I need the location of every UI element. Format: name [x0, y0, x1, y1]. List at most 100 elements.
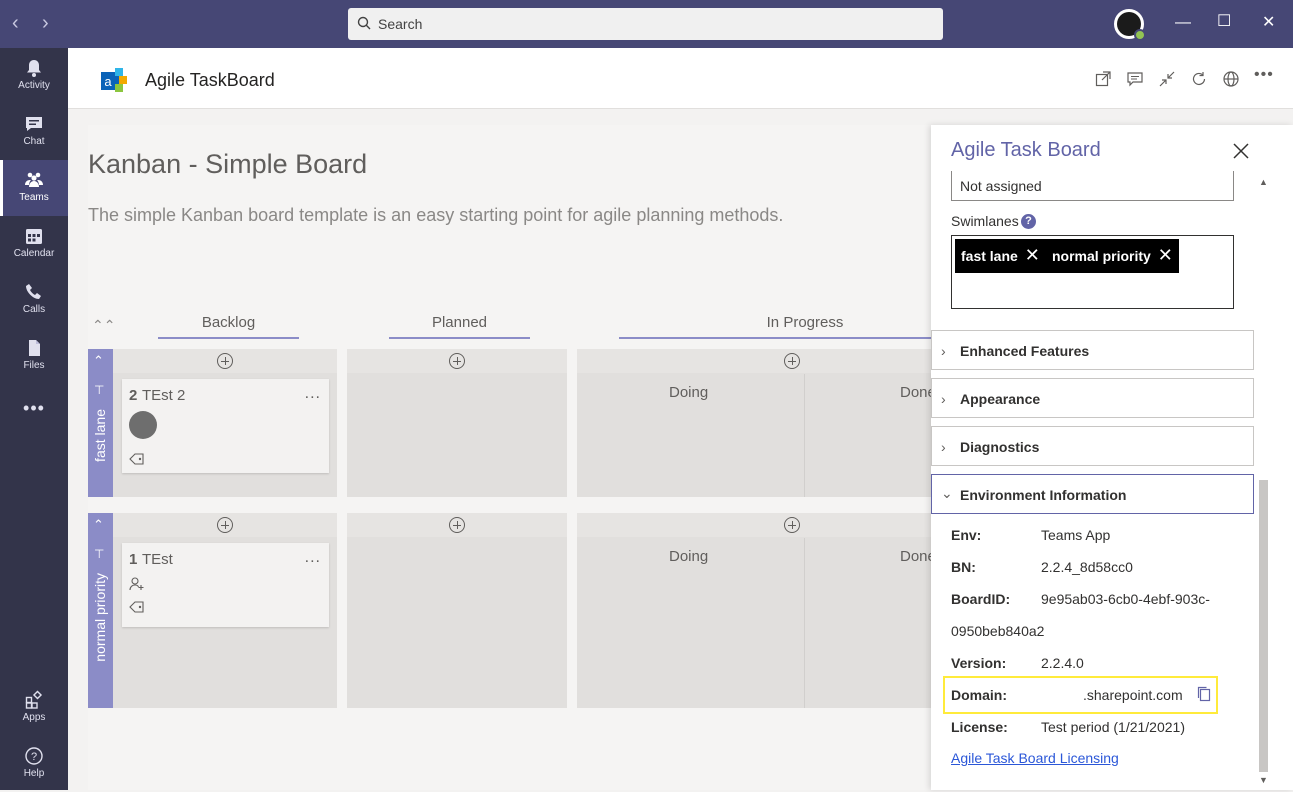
- card-title: TEst: [142, 551, 173, 568]
- settings-panel: Agile Task Board Not assigned Swimlanes …: [931, 125, 1293, 790]
- assignee-avatar[interactable]: [129, 411, 157, 439]
- rail-item-teams[interactable]: Teams: [0, 160, 68, 216]
- apps-icon: [25, 690, 43, 709]
- domain-label: Domain:: [951, 687, 1007, 703]
- section-label: Environment Information: [960, 487, 1127, 503]
- rail-label: Activity: [18, 80, 50, 91]
- collapse-icon[interactable]: [1158, 70, 1176, 88]
- build-label: BN:: [951, 559, 976, 575]
- section-label: Appearance: [960, 391, 1041, 407]
- maximize-icon[interactable]: ☐: [1217, 13, 1231, 31]
- globe-icon[interactable]: [1222, 70, 1240, 88]
- card-id: 1: [129, 551, 138, 568]
- task-card[interactable]: 2 TEst 2 ...: [122, 379, 329, 473]
- task-card[interactable]: 1 TEst ...: [122, 543, 329, 627]
- minimize-icon[interactable]: —: [1175, 14, 1191, 32]
- rail-item-help[interactable]: ? Help: [0, 736, 68, 792]
- card-more-button[interactable]: ...: [305, 549, 321, 567]
- env-label: Env:: [951, 527, 982, 543]
- swimlane-label: normal priority: [92, 573, 108, 662]
- scroll-up-icon[interactable]: ▲: [1259, 177, 1268, 187]
- column-header-planned[interactable]: Planned: [389, 314, 530, 339]
- column-header-backlog[interactable]: Backlog: [158, 314, 299, 339]
- subcolumn-doing: Doing: [669, 548, 709, 565]
- board-description: The simple Kanban board template is an e…: [88, 205, 784, 225]
- close-icon[interactable]: [1231, 141, 1251, 161]
- chevron-up-icon[interactable]: ⌃: [93, 353, 104, 369]
- help-icon[interactable]: ?: [1021, 214, 1036, 229]
- rail-item-apps[interactable]: Apps: [0, 680, 68, 736]
- app-logo-icon: a: [101, 68, 127, 92]
- help-icon: ?: [25, 747, 43, 765]
- app-title: Agile TaskBoard: [145, 70, 275, 90]
- rail-label: Calls: [22, 304, 46, 315]
- rail-item-calls[interactable]: Calls: [0, 272, 68, 328]
- section-environment-information[interactable]: ⌄ Environment Information: [931, 474, 1254, 514]
- board-id-value: 9e95ab03-6cb0-4ebf-903c-: [1041, 591, 1210, 607]
- section-appearance[interactable]: › Appearance: [931, 378, 1254, 418]
- chevron-up-icon[interactable]: ⌃: [93, 517, 104, 533]
- swimlane-normal-priority[interactable]: ⌃ ⊤ normal priority: [88, 513, 113, 708]
- rail-item-chat[interactable]: Chat: [0, 104, 68, 160]
- phone-icon: [26, 284, 41, 299]
- close-window-icon[interactable]: ✕: [1262, 14, 1275, 32]
- more-options-icon[interactable]: •••: [1254, 66, 1273, 84]
- forward-icon[interactable]: ›: [42, 13, 49, 33]
- swimlanes-picker[interactable]: fast lane ✕ normal priority ✕: [951, 235, 1234, 309]
- card-more-button[interactable]: ...: [305, 385, 321, 403]
- subcolumn-divider: [804, 374, 805, 497]
- add-bar: [347, 349, 567, 373]
- rail-item-activity[interactable]: Activity: [0, 48, 68, 104]
- pin-icon[interactable]: ⊤: [94, 383, 104, 397]
- back-icon[interactable]: ‹: [12, 13, 19, 33]
- scrollbar-thumb[interactable]: [1259, 480, 1268, 772]
- add-card-icon[interactable]: [217, 353, 233, 369]
- section-enhanced-features[interactable]: › Enhanced Features: [931, 330, 1254, 370]
- version-value: 2.2.4.0: [1041, 655, 1084, 671]
- tag-icon[interactable]: [129, 452, 145, 466]
- add-card-icon[interactable]: [784, 517, 800, 533]
- title-bar: ‹ › Search — ☐ ✕: [0, 0, 1293, 48]
- cell-in-progress-fast: [577, 349, 933, 497]
- scroll-down-icon[interactable]: ▼: [1259, 775, 1268, 785]
- remove-chip-icon[interactable]: ✕: [1158, 245, 1173, 266]
- collapse-all-icon[interactable]: ⌃⌃: [92, 317, 115, 334]
- popout-icon[interactable]: [1094, 70, 1112, 88]
- rail-item-calendar[interactable]: Calendar: [0, 216, 68, 272]
- swimlane-chip-fast-lane: fast lane ✕: [955, 239, 1046, 273]
- licensing-link[interactable]: Agile Task Board Licensing: [951, 750, 1119, 766]
- rail-item-files[interactable]: Files: [0, 328, 68, 384]
- version-label: Version:: [951, 655, 1007, 671]
- add-bar: [113, 513, 337, 537]
- conversation-icon[interactable]: [1126, 70, 1144, 88]
- board-title: Kanban - Simple Board: [88, 149, 368, 179]
- board-id-label: BoardID:: [951, 591, 1011, 607]
- remove-chip-icon[interactable]: ✕: [1025, 245, 1040, 266]
- rail-item-more[interactable]: •••: [0, 384, 68, 440]
- user-avatar[interactable]: [1114, 9, 1146, 41]
- assigned-to-field[interactable]: Not assigned: [951, 171, 1234, 201]
- section-diagnostics[interactable]: › Diagnostics: [931, 426, 1254, 466]
- search-input[interactable]: Search: [348, 8, 943, 40]
- swimlane-fast-lane[interactable]: ⌃ ⊤ fast lane: [88, 349, 113, 497]
- subcolumn-done: Done: [900, 384, 933, 401]
- file-icon: [29, 340, 40, 356]
- chevron-right-icon: ›: [941, 343, 946, 359]
- add-card-icon[interactable]: [449, 517, 465, 533]
- tag-icon[interactable]: [129, 600, 145, 614]
- more-icon: •••: [23, 398, 45, 418]
- section-label: Diagnostics: [960, 439, 1040, 455]
- search-icon: [357, 16, 371, 30]
- add-card-icon[interactable]: [784, 353, 800, 369]
- chat-icon: [26, 117, 42, 131]
- app-rail: Activity Chat Teams Calendar Calls Files…: [0, 48, 68, 790]
- add-assignee-icon[interactable]: [129, 576, 145, 592]
- add-card-icon[interactable]: [217, 517, 233, 533]
- refresh-icon[interactable]: [1190, 70, 1208, 88]
- copy-icon[interactable]: [1196, 685, 1212, 703]
- bell-icon: [27, 60, 41, 77]
- pin-icon[interactable]: ⊤: [94, 547, 104, 561]
- chevron-right-icon: ›: [941, 391, 946, 407]
- cell-planned-normal: [347, 513, 567, 708]
- add-card-icon[interactable]: [449, 353, 465, 369]
